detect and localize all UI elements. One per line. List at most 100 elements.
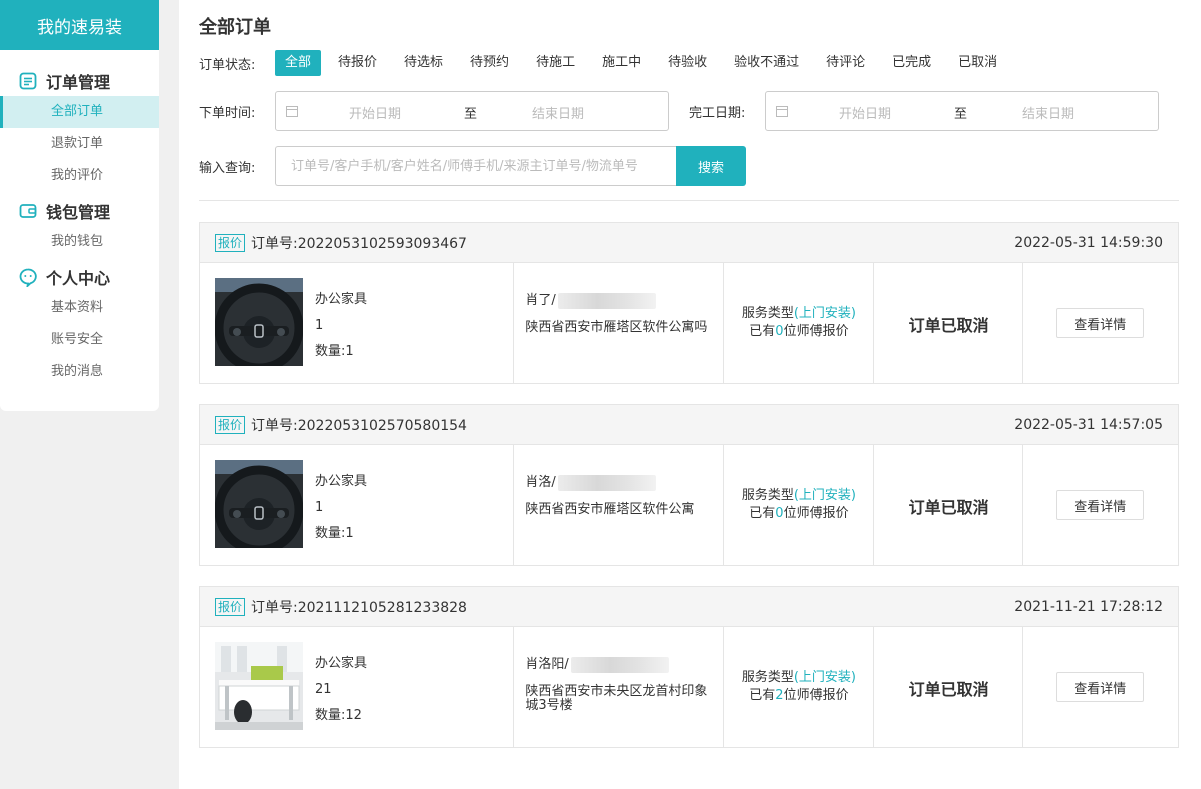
quote-prefix: 已有 (749, 506, 776, 521)
finish-date-range-picker[interactable]: 开始日期 至 结束日期 (765, 91, 1159, 131)
product-cell: 办公家具 1 数量:1 (200, 263, 515, 383)
service-type-link[interactable]: (上门安装) (794, 670, 856, 685)
status-tab-acceptance-failed[interactable]: 验收不通过 (724, 50, 809, 76)
view-details-button[interactable]: 查看详情 (1056, 672, 1145, 702)
status-cell: 订单已取消 (874, 445, 1024, 565)
blurred-phone (557, 475, 656, 491)
service-type-link[interactable]: (上门安装) (794, 488, 856, 503)
product-count: 数量:12 (315, 708, 362, 723)
service-type-link[interactable]: (上门安装) (794, 306, 856, 321)
quote-tag: 报价 (215, 597, 246, 616)
status-tab-pending-acceptance[interactable]: 待验收 (658, 50, 717, 76)
sidebar-item-my-messages[interactable]: 我的消息 (0, 356, 159, 388)
search-input[interactable] (275, 146, 676, 186)
finish-start-date[interactable]: 开始日期 (839, 103, 891, 122)
order-number: 订单号:2022053102593093467 (251, 235, 467, 252)
status-label: 订单状态: (199, 57, 256, 73)
order-header: 报价 订单号:2022053102593093467 2022-05-31 14… (200, 223, 1178, 263)
product-image-steering-wheel (215, 278, 303, 366)
product-name: 办公家具 (315, 474, 368, 489)
quote-suffix: 位师傅报价 (783, 506, 849, 521)
status-tab-all[interactable]: 全部 (275, 50, 322, 76)
sidebar-item-basic-info[interactable]: 基本资料 (0, 292, 159, 324)
product-cell: 办公家具 1 数量:1 (200, 445, 515, 565)
sidebar-title: 我的速易装 (0, 0, 159, 50)
view-details-button[interactable]: 查看详情 (1056, 490, 1145, 520)
service-label: 服务类型 (741, 488, 794, 503)
status-tab-in-construction[interactable]: 施工中 (592, 50, 651, 76)
quote-tag: 报价 (215, 415, 246, 434)
sidebar-item-all-orders[interactable]: 全部订单 (0, 96, 159, 128)
status-tab-pending-selection[interactable]: 待选标 (394, 50, 453, 76)
quote-prefix: 已有 (749, 688, 776, 703)
status-tab-pending-review[interactable]: 待评论 (816, 50, 875, 76)
service-cell: 服务类型(上门安装) 已有0位师傅报价 (724, 445, 874, 565)
product-cell: 办公家具 21 数量:12 (200, 627, 515, 747)
order-header: 报价 订单号:2021112105281233828 2021-11-21 17… (200, 587, 1178, 627)
order-end-date[interactable]: 结束日期 (532, 103, 584, 122)
product-count: 数量:1 (315, 344, 354, 359)
sidebar-item-refund-orders[interactable]: 退款订单 (0, 128, 159, 160)
customer-cell: 肖洛阳/ 陕西省西安市未央区龙首村印象城3号楼 (514, 627, 724, 747)
quote-count: 0 (775, 506, 784, 521)
product-name: 办公家具 (315, 292, 368, 307)
order-date-range-picker[interactable]: 开始日期 至 结束日期 (275, 91, 669, 131)
view-details-button[interactable]: 查看详情 (1056, 308, 1145, 338)
date-filter-row: 下单时间: 开始日期 至 结束日期 完工日期: 开始日期 至 结束日期 (199, 91, 1159, 131)
customer-name: 肖洛阳/ (525, 657, 569, 672)
date-separator: 至 (464, 107, 478, 122)
finish-end-date[interactable]: 结束日期 (1022, 103, 1074, 122)
section-order-management: 订单管理 (0, 66, 159, 96)
blurred-phone (570, 657, 669, 673)
order-status: 订单已取消 (908, 680, 989, 699)
page-title: 全部订单 (199, 17, 271, 38)
service-label: 服务类型 (741, 670, 794, 685)
product-qty-line: 1 (315, 500, 324, 515)
customer-cell: 肖了/ 陕西省西安市雁塔区软件公寓吗 (514, 263, 724, 383)
quote-suffix: 位师傅报价 (783, 688, 849, 703)
order-number: 订单号:2021112105281233828 (251, 599, 467, 616)
sidebar-item-account-security[interactable]: 账号安全 (0, 324, 159, 356)
search-button[interactable]: 搜索 (676, 146, 746, 186)
status-cell: 订单已取消 (874, 263, 1024, 383)
quote-tag: 报价 (215, 233, 246, 252)
order-time: 2022-05-31 14:59:30 (1014, 234, 1163, 251)
order-start-date[interactable]: 开始日期 (349, 103, 401, 122)
customer-name: 肖洛/ (525, 475, 556, 490)
sidebar-item-my-reviews[interactable]: 我的评价 (0, 160, 159, 192)
quote-count: 0 (775, 324, 784, 339)
quote-count: 2 (775, 688, 784, 703)
product-image-steering-wheel (215, 460, 303, 548)
section-title: 钱包管理 (46, 203, 111, 222)
divider (199, 200, 1179, 201)
customer-address: 陕西省西安市雁塔区软件公寓吗 (525, 320, 708, 335)
section-title: 订单管理 (46, 73, 111, 92)
customer-address: 陕西省西安市雁塔区软件公寓 (525, 502, 695, 517)
action-cell: 查看详情 (1023, 445, 1178, 565)
service-cell: 服务类型(上门安装) 已有2位师傅报价 (724, 627, 874, 747)
blurred-phone (557, 293, 656, 309)
order-card: 报价 订单号:2021112105281233828 2021-11-21 17… (199, 586, 1179, 748)
main-panel: 全部订单 订单状态: 全部 待报价 待选标 待预约 待施工 施工中 待验收 验收… (179, 0, 1201, 789)
order-header: 报价 订单号:2022053102570580154 2022-05-31 14… (200, 405, 1178, 445)
order-time: 2022-05-31 14:57:05 (1014, 416, 1163, 433)
calendar-icon (286, 105, 298, 117)
product-qty-line: 21 (315, 682, 332, 697)
calendar-icon (776, 105, 788, 117)
search-row: 输入查询: 搜索 (199, 146, 746, 186)
status-tab-pending-quote[interactable]: 待报价 (328, 50, 387, 76)
sidebar-item-my-wallet[interactable]: 我的钱包 (0, 226, 159, 258)
order-time: 2021-11-21 17:28:12 (1014, 598, 1163, 615)
service-label: 服务类型 (741, 306, 794, 321)
order-status: 订单已取消 (908, 498, 989, 517)
status-tab-cancelled[interactable]: 已取消 (948, 50, 1007, 76)
quote-prefix: 已有 (749, 324, 776, 339)
status-tab-completed[interactable]: 已完成 (882, 50, 941, 76)
order-card: 报价 订单号:2022053102570580154 2022-05-31 14… (199, 404, 1179, 566)
action-cell: 查看详情 (1023, 627, 1178, 747)
status-filter: 订单状态: 全部 待报价 待选标 待预约 待施工 施工中 待验收 验收不通过 待… (199, 50, 1014, 76)
status-tab-pending-appointment[interactable]: 待预约 (460, 50, 519, 76)
section-wallet: 钱包管理 (0, 196, 159, 226)
order-number: 订单号:2022053102570580154 (251, 417, 467, 434)
status-tab-pending-construction[interactable]: 待施工 (526, 50, 585, 76)
